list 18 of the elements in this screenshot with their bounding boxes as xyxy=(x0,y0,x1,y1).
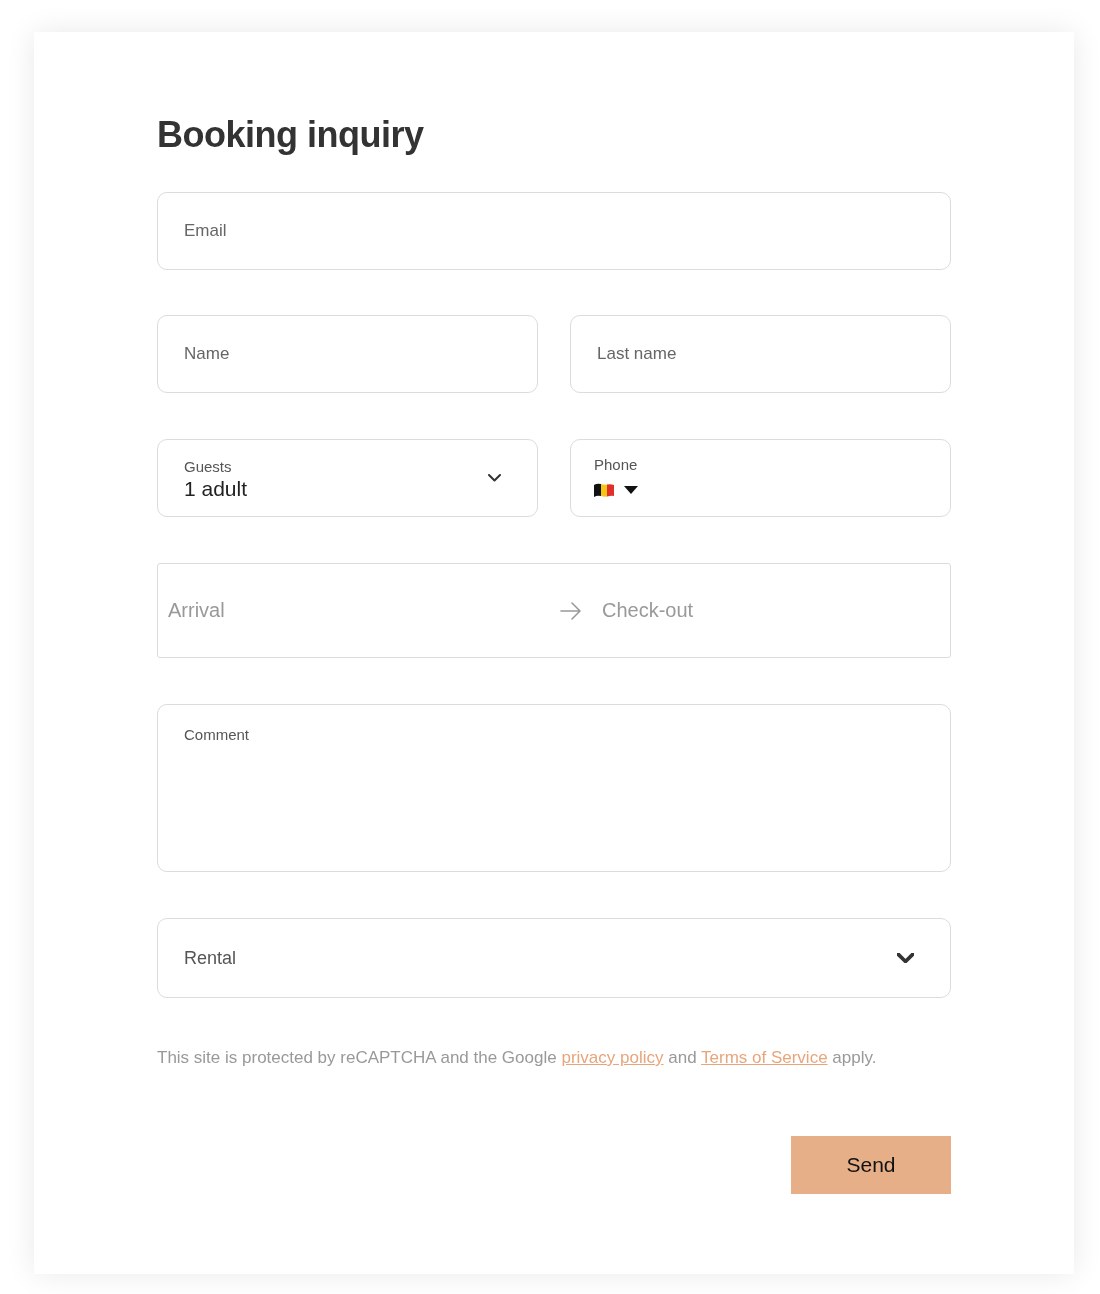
flag-icon[interactable] xyxy=(594,483,614,497)
caret-down-icon[interactable] xyxy=(624,486,638,494)
phone-field[interactable]: Phone xyxy=(570,439,951,517)
recaptcha-notice: This site is protected by reCAPTCHA and the Google privacy policy and Terms of Service apply. xyxy=(157,1047,878,1069)
form-title: Booking inquiry xyxy=(157,113,424,157)
date-range-field[interactable]: Arrival Check-out xyxy=(157,563,951,658)
arrival-input[interactable]: Arrival xyxy=(168,596,540,625)
guests-select[interactable]: Guests 1 adult xyxy=(157,439,538,517)
rental-select[interactable]: Rental xyxy=(157,918,951,998)
checkout-input[interactable]: Check-out xyxy=(602,596,940,625)
send-button[interactable]: Send xyxy=(791,1136,951,1194)
comment-field[interactable]: Comment xyxy=(157,704,951,872)
last-name-field[interactable]: Last name xyxy=(570,315,951,393)
email-field[interactable]: Email xyxy=(157,192,951,270)
arrow-right-icon xyxy=(560,600,582,621)
chevron-down-icon xyxy=(488,473,501,482)
chevron-down-icon xyxy=(897,952,914,964)
name-field[interactable]: Name xyxy=(157,315,538,393)
